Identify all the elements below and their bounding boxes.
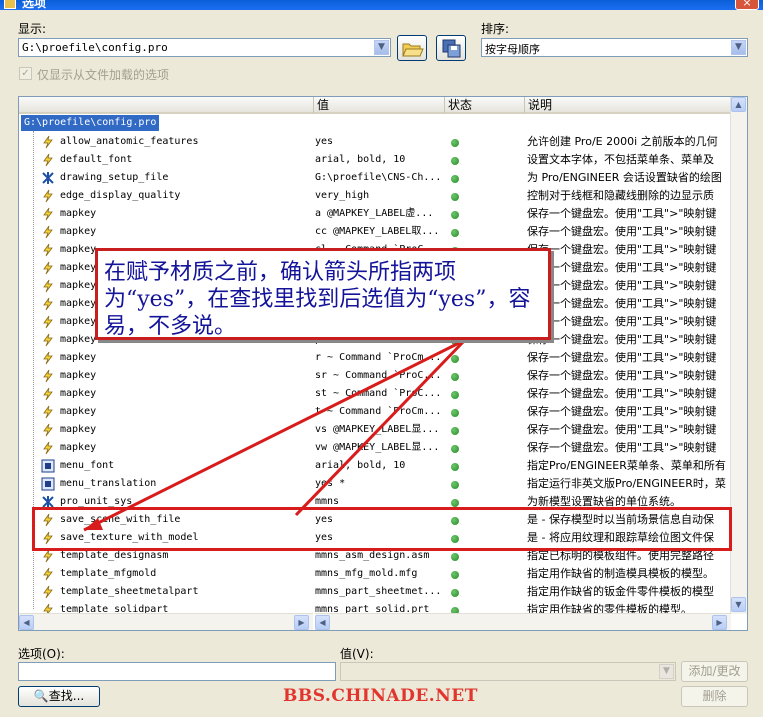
annotation-callout: 在赋予材质之前，确认箭头所指两项为“yes”，在查找里找到后选值为“yes”，容… xyxy=(95,248,551,340)
watermark: BBS.CHINADE.NET xyxy=(283,686,478,706)
delete-button[interactable]: 删除 xyxy=(681,686,748,707)
search-icon: 🔍 xyxy=(33,689,49,703)
chevron-down-icon[interactable]: ▼ xyxy=(659,664,674,679)
add-change-button[interactable]: 添加/更改 xyxy=(681,661,748,682)
option-input[interactable] xyxy=(18,662,336,681)
option-label: 选项(O): xyxy=(18,647,65,661)
annotation-arrow xyxy=(83,338,467,532)
find-button[interactable]: 🔍查找... xyxy=(18,686,100,707)
find-button-label: 查找... xyxy=(48,689,85,703)
value-combo[interactable]: ▼ xyxy=(340,662,676,681)
value-label: 值(V): xyxy=(340,647,374,661)
annotation-text: 在赋予材质之前，确认箭头所指两项为“yes”，在查找里找到后选值为“yes”，容… xyxy=(104,260,531,339)
